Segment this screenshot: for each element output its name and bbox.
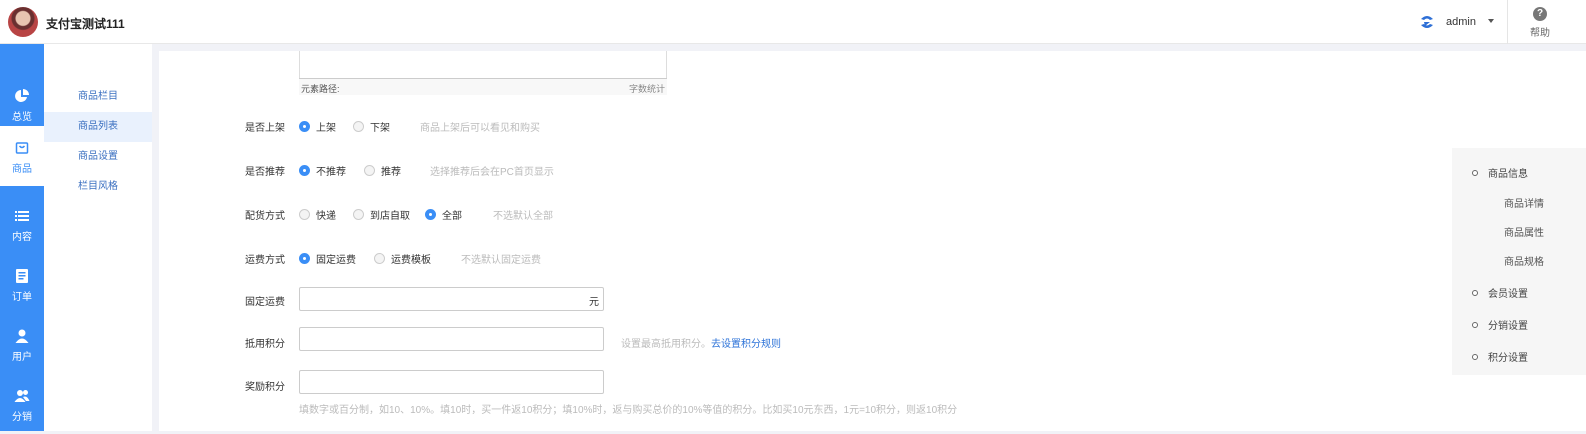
recommend-radio-yes[interactable]: 推荐 (364, 163, 401, 178)
radio-label: 固定运费 (316, 255, 356, 266)
store-avatar[interactable] (8, 7, 38, 37)
delivery-hint: 不选默认全部 (493, 211, 553, 222)
radio-label: 快递 (316, 211, 336, 222)
fixed-freight-label: 固定运费 (245, 297, 285, 308)
anchor-goods-info[interactable]: 商品信息 (1472, 165, 1528, 180)
recommend-radio-no[interactable]: 不推荐 (299, 163, 346, 178)
anchor-label: 会员设置 (1488, 289, 1528, 300)
recommend-label: 是否推荐 (245, 167, 285, 178)
subnav-item-goods-category[interactable]: 商品栏目 (44, 82, 152, 112)
delivery-label: 配货方式 (245, 211, 285, 222)
delivery-radio-all[interactable]: 全部 (425, 207, 462, 222)
anchor-member-settings[interactable]: 会员设置 (1472, 285, 1528, 300)
on-shelf-radio-yes[interactable]: 上架 (299, 119, 336, 134)
radio-checked-icon (299, 121, 310, 132)
sidebar-item-users[interactable]: 用户 (0, 314, 44, 374)
freight-radio-template[interactable]: 运费模板 (374, 251, 431, 266)
on-shelf-hint: 商品上架后可以看见和购买 (420, 123, 540, 134)
anchor-goods-attributes[interactable]: 商品属性 (1504, 224, 1544, 239)
brand-logo-icon (1421, 16, 1433, 28)
on-shelf-label: 是否上架 (245, 123, 285, 134)
reward-points-input[interactable] (299, 370, 604, 394)
radio-label: 上架 (316, 123, 336, 134)
deduct-points-hint: 设置最高抵用积分。去设置积分规则 (621, 335, 781, 350)
circle-icon (1472, 169, 1478, 176)
points-rule-link[interactable]: 去设置积分规则 (711, 339, 781, 350)
delivery-radio-express[interactable]: 快递 (299, 207, 336, 222)
radio-checked-icon (299, 165, 310, 176)
sidebar-item-orders[interactable]: 订单 (0, 254, 44, 314)
recommend-hint: 选择推荐后会在PC首页显示 (430, 167, 554, 178)
sidebar-item-label: 用户 (12, 352, 32, 363)
circle-icon (1472, 321, 1478, 328)
deduct-points-hint-text: 设置最高抵用积分。 (621, 339, 711, 350)
editor-status-bar: 元素路径: 字数统计 (299, 78, 667, 95)
radio-checked-icon (425, 209, 436, 220)
circle-icon (1472, 353, 1478, 360)
reward-points-label: 奖励积分 (245, 382, 285, 393)
top-header: 支付宝测试111 admin ? 帮助 (0, 0, 1586, 44)
anchor-label: 商品信息 (1488, 169, 1528, 180)
subnav-item-category-style[interactable]: 栏目风格 (44, 172, 152, 202)
radio-unchecked-icon (353, 121, 364, 132)
yuan-suffix: 元 (589, 297, 599, 308)
goods-edit-panel: 元素路径: 字数统计 是否上架 上架 下架 商品上架后可以看见和购买 是否推荐 … (159, 51, 1586, 431)
help-icon[interactable]: ? (1533, 7, 1547, 21)
chevron-down-icon[interactable] (1488, 19, 1494, 23)
bag-icon (15, 142, 29, 154)
fixed-freight-input[interactable] (299, 287, 604, 311)
users-icon (14, 390, 30, 402)
sidebar-item-label: 分销 (12, 412, 32, 423)
section-anchor-nav: 商品信息 商品详情 商品属性 商品规格 会员设置 分销设置 积分设置 (1452, 148, 1586, 375)
sidebar-item-label: 商品 (12, 164, 32, 175)
app-title: 支付宝测试111 (46, 17, 125, 31)
freight-hint: 不选默认固定运费 (461, 255, 541, 266)
sidebar-item-label: 内容 (12, 232, 32, 243)
radio-unchecked-icon (374, 253, 385, 264)
anchor-points-settings[interactable]: 积分设置 (1472, 349, 1528, 364)
user-icon (15, 329, 29, 343)
radio-label: 全部 (442, 211, 462, 222)
anchor-goods-detail[interactable]: 商品详情 (1504, 195, 1544, 210)
document-icon (16, 269, 28, 283)
radio-unchecked-icon (299, 209, 310, 220)
subnav-item-goods-list[interactable]: 商品列表 (44, 112, 152, 142)
help-label[interactable]: 帮助 (1530, 24, 1550, 39)
anchor-distribution-settings[interactable]: 分销设置 (1472, 317, 1528, 332)
radio-checked-icon (299, 253, 310, 264)
radio-label: 到店自取 (370, 211, 410, 222)
sidebar-item-label: 订单 (12, 292, 32, 303)
secondary-sidebar: 商品栏目 商品列表 商品设置 栏目风格 (44, 44, 152, 431)
word-count-label: 字数统计 (628, 84, 665, 94)
radio-label: 下架 (370, 123, 390, 134)
list-icon (15, 211, 29, 221)
element-path-label: 元素路径: (301, 84, 340, 94)
delivery-radio-pickup[interactable]: 到店自取 (353, 207, 410, 222)
radio-label: 运费模板 (391, 255, 431, 266)
freight-label: 运费方式 (245, 255, 285, 266)
circle-icon (1472, 289, 1478, 296)
anchor-label: 分销设置 (1488, 321, 1528, 332)
deduct-points-label: 抵用积分 (245, 339, 285, 350)
header-divider (1507, 0, 1508, 44)
anchor-goods-specs[interactable]: 商品规格 (1504, 253, 1544, 268)
radio-unchecked-icon (353, 209, 364, 220)
sidebar-item-distribution[interactable]: 分销 (0, 374, 44, 434)
deduct-points-input[interactable] (299, 327, 604, 351)
sidebar-item-label: 总览 (12, 112, 32, 123)
on-shelf-radio-no[interactable]: 下架 (353, 119, 390, 134)
reward-points-hint: 填数字或百分制，如10、10%。填10时，买一件返10积分；填10%时，返与购买… (299, 405, 958, 416)
freight-radio-fixed[interactable]: 固定运费 (299, 251, 356, 266)
radio-label: 推荐 (381, 167, 401, 178)
radio-label: 不推荐 (316, 167, 346, 178)
anchor-label: 积分设置 (1488, 353, 1528, 364)
pie-chart-icon (15, 89, 29, 102)
sidebar-item-goods[interactable]: 商品 (0, 126, 44, 186)
radio-unchecked-icon (364, 165, 375, 176)
sidebar-item-overview[interactable]: 总览 (0, 74, 44, 134)
user-menu-name[interactable]: admin (1446, 16, 1476, 28)
primary-sidebar: 总览 商品 内容 订单 用户 分销 (0, 44, 44, 431)
subnav-item-goods-settings[interactable]: 商品设置 (44, 142, 152, 172)
sidebar-item-content[interactable]: 内容 (0, 194, 44, 254)
